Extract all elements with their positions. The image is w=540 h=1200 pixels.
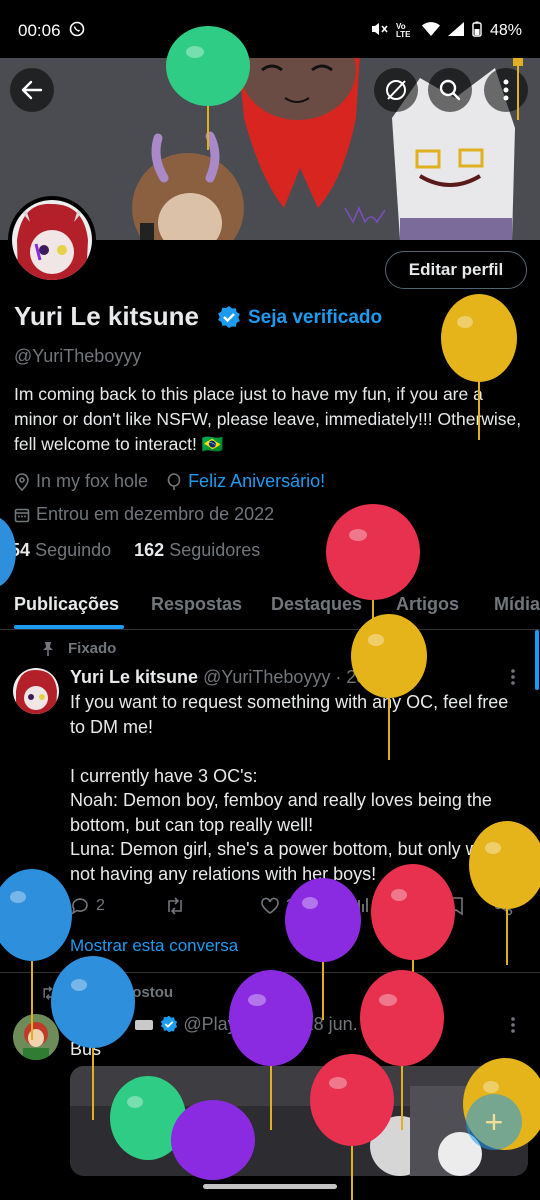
repost-media-image[interactable] [70,1066,528,1176]
scrollbar[interactable] [535,630,539,690]
grok-button[interactable] [374,68,418,112]
pin-icon [43,641,53,656]
pinned-label-row: Fixado [40,640,116,657]
network-label: Vo LTE [395,22,411,39]
followers-count: 162 [134,540,165,560]
views-icon [354,898,368,912]
tab-posts[interactable]: Publicações [14,594,119,615]
post-divider [0,972,540,973]
followers-label: Seguidores [169,540,261,560]
profile-bio: Im coming back to this place just to hav… [14,384,522,454]
plus-icon: + [484,1103,504,1140]
whatsapp-icon [69,21,85,42]
tab-replies[interactable]: Respostas [151,594,242,615]
following-link[interactable]: 454 Seguindo [0,540,111,560]
location-text: In my fox hole [36,471,149,491]
repost-button[interactable] [164,896,186,916]
edit-profile-button[interactable]: Editar perfil [385,251,527,289]
followers-link[interactable]: 162 Seguidores [134,540,260,560]
views-button[interactable]: 1K [352,896,396,914]
calendar-icon [14,508,30,522]
status-bar: 00:06 Vo LTE 48% [0,0,540,62]
repost-badge-icon [135,1020,154,1030]
following-label: Seguindo [35,540,112,560]
repost-icon [168,897,182,915]
repost-handle: @Play_Giirls [183,1014,288,1034]
repost-author[interactable]: Ultra. [70,1014,128,1035]
battery-icon [472,21,482,42]
arrow-left-icon [21,80,43,100]
joined-row: Entrou em dezembro de 2022 [14,504,274,525]
grok-icon [386,80,406,100]
repost-author-avatar[interactable] [13,1014,59,1060]
more-options-button[interactable] [484,68,528,112]
post-date: · 28 jul. [335,667,395,687]
balloon-icon [167,472,181,490]
reply-icon [71,898,88,915]
search-button[interactable] [428,68,472,112]
tab-articles[interactable]: Artigos [396,594,459,615]
repost-more-button[interactable] [510,1016,516,1039]
profile-avatar[interactable] [8,196,96,284]
search-icon [439,79,461,101]
post-author[interactable]: Yuri Le kitsune [70,667,198,687]
repost-label: Você repostou [70,984,174,1001]
location-row: In my fox hole Feliz Aniversário! [14,471,325,492]
reply-button[interactable]: 2 [70,896,105,916]
profile-name: Yuri Le kitsune [14,301,199,331]
heart-icon [261,897,279,914]
verified-badge-icon[interactable] [217,305,241,334]
bookmark-button[interactable] [448,896,464,916]
tab-media[interactable]: Mídia [494,594,540,615]
like-button[interactable]: 2 [260,896,295,916]
get-verified-link[interactable]: Seja verificado [248,307,382,329]
location-pin-icon [15,472,29,491]
views-count: 1K [376,896,396,913]
wifi-icon [421,21,440,41]
like-count: 2 [286,897,295,914]
repost-label-row: Você repostou [40,984,173,1001]
share-icon [494,896,513,916]
repost-icon [43,985,55,1000]
verified-badge-icon [161,1015,178,1033]
reply-count: 2 [96,897,105,914]
post-actions: 2 2 1K [70,896,520,924]
profile-handle: @YuriTheboyyy [14,346,142,366]
balloon-red [371,864,455,1030]
tab-highlights[interactable]: Destaques [271,594,362,615]
post-more-button[interactable] [510,668,516,691]
following-count: 454 [0,540,31,560]
share-button[interactable] [494,896,514,916]
post-text: If you want to request something with an… [70,692,509,884]
bookmark-icon [449,897,463,916]
more-vertical-icon [503,79,509,101]
birthday-link[interactable]: Feliz Aniversário! [188,471,325,492]
mute-icon [370,21,388,42]
pinned-label: Fixado [68,640,117,657]
more-vertical-icon [511,669,515,685]
active-tab-indicator [14,625,124,629]
back-button[interactable] [10,68,54,112]
joined-text: Entrou em dezembro de 2022 [36,504,275,524]
show-conversation-link[interactable]: Mostrar esta conversa [70,936,238,956]
post-header: Yuri Le kitsune @YuriTheboyyy · 28 jul. [70,667,394,688]
battery-level: 48% [489,22,522,39]
follow-stats: 454 Seguindo 162 Seguidores [0,540,260,561]
gesture-bar[interactable] [203,1184,337,1189]
repost-date: · 18 jun. [292,1014,358,1034]
signal-icon [447,21,464,41]
compose-fab[interactable]: + [466,1094,522,1150]
profile-tabs: Publicações Respostas Destaques Artigos … [0,580,540,630]
status-time: 00:06 [18,21,61,40]
post-handle: @YuriTheboyyy [203,667,331,687]
repost-text: Bus [70,1039,102,1059]
repost-header: Ultra. @Play_Giirls · 18 jun. [70,1014,358,1035]
post-avatar[interactable] [13,668,59,714]
more-vertical-icon [511,1017,515,1033]
